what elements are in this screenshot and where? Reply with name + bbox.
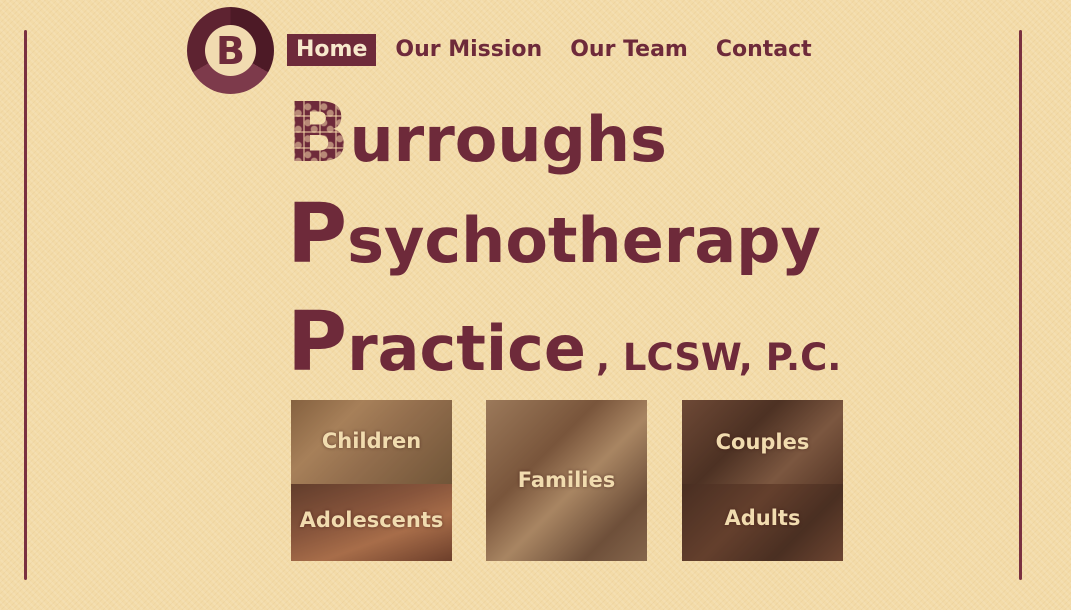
title-line-burroughs: Burroughs bbox=[287, 86, 667, 181]
tile-children[interactable]: Children bbox=[291, 400, 452, 484]
logo-letter: B bbox=[216, 28, 245, 73]
right-decorative-rule bbox=[1019, 30, 1022, 580]
tile-adolescents[interactable]: Adolescents bbox=[291, 484, 452, 561]
logo[interactable]: B bbox=[187, 7, 274, 94]
tile-couples[interactable]: Couples bbox=[682, 400, 843, 484]
tile-label-children: Children bbox=[321, 429, 422, 453]
tile-label-couples: Couples bbox=[715, 430, 810, 454]
title-line-practice: Practice, LCSW, P.C. bbox=[287, 302, 841, 384]
tile-label-adults: Adults bbox=[724, 506, 801, 530]
title-word-rest: urroughs bbox=[349, 103, 667, 176]
nav-contact[interactable]: Contact bbox=[707, 34, 821, 66]
title-initial: P bbox=[287, 295, 348, 390]
tile-families[interactable]: Families bbox=[486, 400, 647, 561]
title-word-rest: sychotherapy bbox=[347, 204, 821, 277]
main-nav: Home Our Mission Our Team Contact bbox=[287, 34, 831, 66]
left-decorative-rule bbox=[24, 30, 27, 580]
tile-adults[interactable]: Adults bbox=[682, 484, 843, 561]
title-word-rest: ractice bbox=[347, 312, 586, 385]
tile-label-adolescents: Adolescents bbox=[299, 508, 444, 532]
logo-inner-circle: B bbox=[205, 25, 256, 76]
title-line-psychotherapy: Psychotherapy bbox=[287, 194, 821, 276]
nav-our-mission[interactable]: Our Mission bbox=[386, 34, 551, 66]
tile-label-families: Families bbox=[517, 468, 616, 492]
title-puzzle-initial: B bbox=[287, 86, 350, 181]
nav-our-team[interactable]: Our Team bbox=[561, 34, 697, 66]
title-initial: P bbox=[287, 187, 348, 282]
nav-home[interactable]: Home bbox=[287, 34, 377, 66]
title-credentials: , LCSW, P.C. bbox=[595, 336, 842, 379]
